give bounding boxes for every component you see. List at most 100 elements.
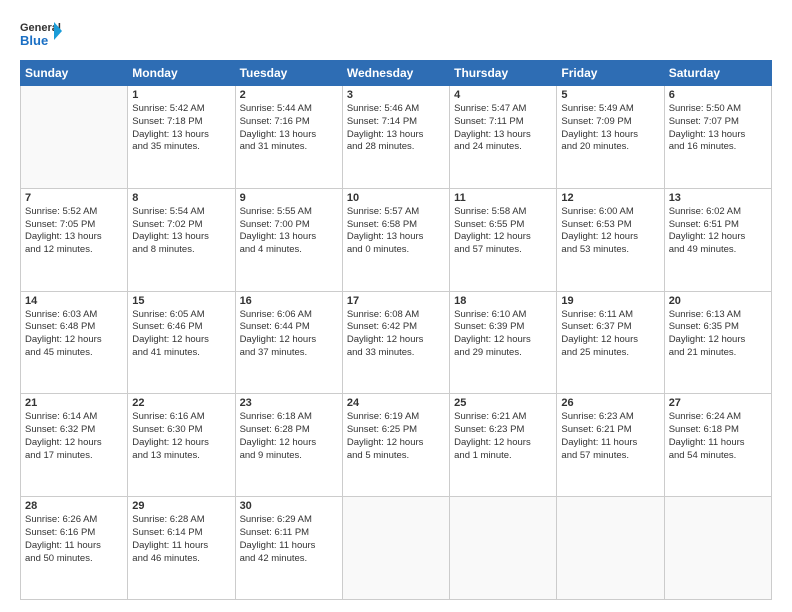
calendar-cell: 6Sunrise: 5:50 AM Sunset: 7:07 PM Daylig… xyxy=(664,86,771,189)
calendar-cell: 23 Sunrise: 6:18 AM Sunset: 6:28 PM Dayli… xyxy=(235,394,342,497)
calendar-cell: 8 Sunrise: 5:54 AM Sunset: 7:02 PM Daylig… xyxy=(128,188,235,291)
calendar-cell: 12 Sunrise: 6:00 AM Sunset: 6:53 PM Dayli… xyxy=(557,188,664,291)
calendar-header-monday: Monday xyxy=(128,61,235,86)
day-info: Sunrise: 5:54 AM Sunset: 7:02 PM Dayligh… xyxy=(132,206,230,257)
day-number: 5 xyxy=(561,89,659,101)
calendar-cell: 25 Sunrise: 6:21 AM Sunset: 6:23 PM Dayli… xyxy=(450,394,557,497)
day-number: 28 xyxy=(25,500,123,512)
calendar-cell: 27 Sunrise: 6:24 AM Sunset: 6:18 PM Dayli… xyxy=(664,394,771,497)
calendar-cell: 14 Sunrise: 6:03 AM Sunset: 6:48 PM Dayli… xyxy=(21,291,128,394)
day-number: 9 xyxy=(240,192,338,204)
calendar-cell: 10 Sunrise: 5:57 AM Sunset: 6:58 PM Dayli… xyxy=(342,188,449,291)
day-info: Sunrise: 6:23 AM Sunset: 6:21 PM Dayligh… xyxy=(561,411,659,462)
day-info: Sunrise: 6:18 AM Sunset: 6:28 PM Dayligh… xyxy=(240,411,338,462)
calendar-cell: 1 Sunrise: 5:42 AM Sunset: 7:18 PM Daylig… xyxy=(128,86,235,189)
calendar-cell: 16Sunrise: 6:06 AM Sunset: 6:44 PM Dayli… xyxy=(235,291,342,394)
day-number: 24 xyxy=(347,397,445,409)
calendar-cell: 26 Sunrise: 6:23 AM Sunset: 6:21 PM Dayli… xyxy=(557,394,664,497)
day-number: 4 xyxy=(454,89,552,101)
day-number: 3 xyxy=(347,89,445,101)
calendar-week-1: 1 Sunrise: 5:42 AM Sunset: 7:18 PM Daylig… xyxy=(21,86,772,189)
day-number: 6 xyxy=(669,89,767,101)
day-number: 21 xyxy=(25,397,123,409)
day-info: Sunrise: 6:14 AM Sunset: 6:32 PM Dayligh… xyxy=(25,411,123,462)
svg-text:Blue: Blue xyxy=(20,33,48,48)
day-info: Sunrise: 6:16 AM Sunset: 6:30 PM Dayligh… xyxy=(132,411,230,462)
day-number: 18 xyxy=(454,295,552,307)
day-number: 17 xyxy=(347,295,445,307)
day-number: 22 xyxy=(132,397,230,409)
calendar-header-row: SundayMondayTuesdayWednesdayThursdayFrid… xyxy=(21,61,772,86)
day-number: 27 xyxy=(669,397,767,409)
day-number: 2 xyxy=(240,89,338,101)
calendar-cell: 5 Sunrise: 5:49 AM Sunset: 7:09 PM Daylig… xyxy=(557,86,664,189)
calendar-header-thursday: Thursday xyxy=(450,61,557,86)
day-number: 23 xyxy=(240,397,338,409)
day-number: 20 xyxy=(669,295,767,307)
calendar-header-saturday: Saturday xyxy=(664,61,771,86)
calendar-cell: 7Sunrise: 5:52 AM Sunset: 7:05 PM Daylig… xyxy=(21,188,128,291)
day-info: Sunrise: 6:08 AM Sunset: 6:42 PM Dayligh… xyxy=(347,309,445,360)
calendar-week-2: 7Sunrise: 5:52 AM Sunset: 7:05 PM Daylig… xyxy=(21,188,772,291)
calendar-header-tuesday: Tuesday xyxy=(235,61,342,86)
day-info: Sunrise: 5:57 AM Sunset: 6:58 PM Dayligh… xyxy=(347,206,445,257)
day-number: 10 xyxy=(347,192,445,204)
day-info: Sunrise: 6:28 AM Sunset: 6:14 PM Dayligh… xyxy=(132,514,230,565)
day-info: Sunrise: 6:03 AM Sunset: 6:48 PM Dayligh… xyxy=(25,309,123,360)
day-number: 26 xyxy=(561,397,659,409)
logo: General Blue xyxy=(20,18,62,50)
day-number: 7 xyxy=(25,192,123,204)
calendar-cell: 29 Sunrise: 6:28 AM Sunset: 6:14 PM Dayli… xyxy=(128,497,235,600)
calendar-cell: 2 Sunrise: 5:44 AM Sunset: 7:16 PM Daylig… xyxy=(235,86,342,189)
calendar-header-wednesday: Wednesday xyxy=(342,61,449,86)
calendar-cell xyxy=(450,497,557,600)
day-number: 19 xyxy=(561,295,659,307)
calendar-cell: 15 Sunrise: 6:05 AM Sunset: 6:46 PM Dayli… xyxy=(128,291,235,394)
calendar-cell: 3 Sunrise: 5:46 AM Sunset: 7:14 PM Daylig… xyxy=(342,86,449,189)
day-number: 30 xyxy=(240,500,338,512)
day-number: 12 xyxy=(561,192,659,204)
day-info: Sunrise: 5:47 AM Sunset: 7:11 PM Dayligh… xyxy=(454,103,552,154)
day-number: 1 xyxy=(132,89,230,101)
calendar-cell: 13Sunrise: 6:02 AM Sunset: 6:51 PM Dayli… xyxy=(664,188,771,291)
day-info: Sunrise: 6:05 AM Sunset: 6:46 PM Dayligh… xyxy=(132,309,230,360)
logo-svg: General Blue xyxy=(20,18,62,50)
day-info: Sunrise: 5:55 AM Sunset: 7:00 PM Dayligh… xyxy=(240,206,338,257)
calendar-cell: 17 Sunrise: 6:08 AM Sunset: 6:42 PM Dayli… xyxy=(342,291,449,394)
day-info: Sunrise: 5:46 AM Sunset: 7:14 PM Dayligh… xyxy=(347,103,445,154)
calendar-cell: 11Sunrise: 5:58 AM Sunset: 6:55 PM Dayli… xyxy=(450,188,557,291)
calendar-cell xyxy=(21,86,128,189)
day-info: Sunrise: 5:49 AM Sunset: 7:09 PM Dayligh… xyxy=(561,103,659,154)
day-info: Sunrise: 6:13 AM Sunset: 6:35 PM Dayligh… xyxy=(669,309,767,360)
day-info: Sunrise: 6:06 AM Sunset: 6:44 PM Dayligh… xyxy=(240,309,338,360)
header: General Blue xyxy=(20,18,772,50)
calendar-cell xyxy=(664,497,771,600)
calendar-cell: 28Sunrise: 6:26 AM Sunset: 6:16 PM Dayli… xyxy=(21,497,128,600)
day-number: 29 xyxy=(132,500,230,512)
day-info: Sunrise: 6:21 AM Sunset: 6:23 PM Dayligh… xyxy=(454,411,552,462)
day-info: Sunrise: 6:10 AM Sunset: 6:39 PM Dayligh… xyxy=(454,309,552,360)
calendar-cell: 24 Sunrise: 6:19 AM Sunset: 6:25 PM Dayli… xyxy=(342,394,449,497)
day-info: Sunrise: 6:00 AM Sunset: 6:53 PM Dayligh… xyxy=(561,206,659,257)
day-info: Sunrise: 6:19 AM Sunset: 6:25 PM Dayligh… xyxy=(347,411,445,462)
calendar-cell: 19 Sunrise: 6:11 AM Sunset: 6:37 PM Dayli… xyxy=(557,291,664,394)
day-info: Sunrise: 5:44 AM Sunset: 7:16 PM Dayligh… xyxy=(240,103,338,154)
day-number: 14 xyxy=(25,295,123,307)
day-info: Sunrise: 6:24 AM Sunset: 6:18 PM Dayligh… xyxy=(669,411,767,462)
calendar-cell: 9 Sunrise: 5:55 AM Sunset: 7:00 PM Daylig… xyxy=(235,188,342,291)
day-info: Sunrise: 6:11 AM Sunset: 6:37 PM Dayligh… xyxy=(561,309,659,360)
calendar-cell xyxy=(342,497,449,600)
calendar-cell: 22 Sunrise: 6:16 AM Sunset: 6:30 PM Dayli… xyxy=(128,394,235,497)
calendar: SundayMondayTuesdayWednesdayThursdayFrid… xyxy=(20,60,772,600)
calendar-week-5: 28Sunrise: 6:26 AM Sunset: 6:16 PM Dayli… xyxy=(21,497,772,600)
calendar-cell: 30 Sunrise: 6:29 AM Sunset: 6:11 PM Dayli… xyxy=(235,497,342,600)
calendar-cell: 18 Sunrise: 6:10 AM Sunset: 6:39 PM Dayli… xyxy=(450,291,557,394)
day-info: Sunrise: 6:29 AM Sunset: 6:11 PM Dayligh… xyxy=(240,514,338,565)
day-number: 8 xyxy=(132,192,230,204)
day-number: 13 xyxy=(669,192,767,204)
day-info: Sunrise: 5:42 AM Sunset: 7:18 PM Dayligh… xyxy=(132,103,230,154)
day-number: 25 xyxy=(454,397,552,409)
calendar-cell xyxy=(557,497,664,600)
calendar-header-sunday: Sunday xyxy=(21,61,128,86)
day-number: 15 xyxy=(132,295,230,307)
